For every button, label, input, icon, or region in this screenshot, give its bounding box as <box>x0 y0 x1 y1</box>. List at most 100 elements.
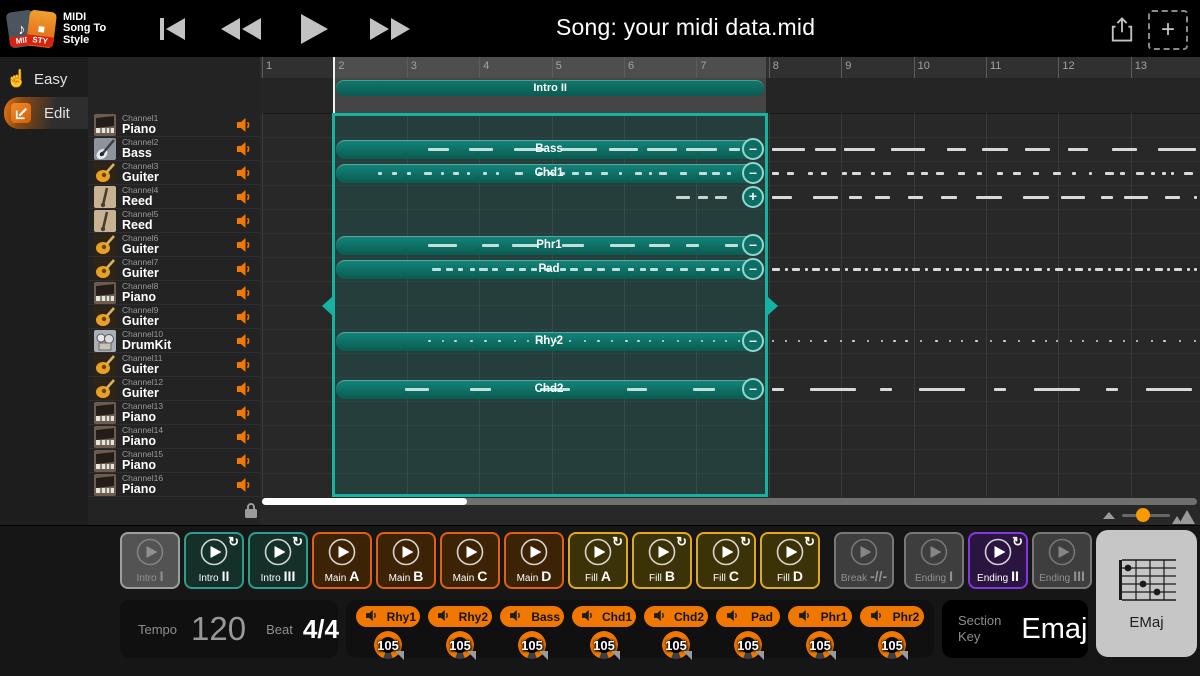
chord-button[interactable]: EMaj <box>1096 530 1197 657</box>
channel-row-3[interactable]: Channel3Guiter <box>88 161 260 185</box>
part-volume-knob-phr1[interactable]: 105 <box>803 630 837 662</box>
speaker-icon[interactable] <box>237 142 252 161</box>
section-button-main-d[interactable]: MainD <box>504 532 564 589</box>
tab-easy-label: Easy <box>34 71 67 88</box>
channel-row-16[interactable]: Channel16Piano <box>88 473 260 497</box>
part-volume-knob-phr2[interactable]: 105 <box>875 630 909 662</box>
speaker-icon[interactable] <box>237 190 252 209</box>
part-mute-button-bass[interactable]: Bass <box>500 606 564 627</box>
channel-row-7[interactable]: Channel7Guiter <box>88 257 260 281</box>
speaker-icon[interactable] <box>237 406 252 425</box>
part-mute-button-phr1[interactable]: Phr1 <box>788 606 852 627</box>
lock-icon[interactable] <box>244 502 258 524</box>
speaker-icon[interactable] <box>237 334 252 353</box>
measure-ruler[interactable]: 12345678910111213 <box>260 57 1200 79</box>
speaker-icon[interactable] <box>237 382 252 401</box>
speaker-icon[interactable] <box>237 310 252 329</box>
speaker-icon[interactable] <box>237 430 252 449</box>
play-button[interactable] <box>292 12 336 46</box>
part-mute-button-chd2[interactable]: Chd2 <box>644 606 708 627</box>
selection-handle-right[interactable] <box>768 297 778 315</box>
part-mute-button-phr2[interactable]: Phr2 <box>860 606 924 627</box>
note-dash <box>519 268 526 271</box>
tab-easy[interactable]: ☝ Easy <box>0 63 88 95</box>
speaker-icon[interactable] <box>237 454 252 473</box>
part-volume-knob-rhy2[interactable]: 105 <box>443 630 477 662</box>
remove-track-button[interactable]: – <box>742 258 764 280</box>
section-key-panel[interactable]: Section Key Emaj <box>942 600 1088 658</box>
channel-row-6[interactable]: Channel6Guiter <box>88 233 260 257</box>
remove-track-button[interactable]: – <box>742 234 764 256</box>
channel-row-1[interactable]: Channel1Piano <box>88 113 260 137</box>
tab-edit[interactable]: Edit <box>4 97 88 129</box>
section-button-main-a[interactable]: MainA <box>312 532 372 589</box>
section-header-bar[interactable]: Intro II <box>336 80 764 96</box>
part-volume-knob-chd1[interactable]: 105 <box>587 630 621 662</box>
remove-track-button[interactable]: – <box>742 378 764 400</box>
remove-track-button[interactable]: – <box>742 162 764 184</box>
remove-track-button[interactable]: – <box>742 330 764 352</box>
section-button-fill-a[interactable]: ↻FillA <box>568 532 628 589</box>
channel-row-15[interactable]: Channel15Piano <box>88 449 260 473</box>
channel-row-10[interactable]: Channel10DrumKit <box>88 329 260 353</box>
speaker-icon[interactable] <box>237 166 252 185</box>
section-button-intro-ii[interactable]: ↻IntroII <box>184 532 244 589</box>
beat-value[interactable]: 4/4 <box>303 614 339 645</box>
selection-handle-left[interactable] <box>322 297 332 315</box>
add-track-button[interactable]: + <box>742 186 764 208</box>
speaker-icon[interactable] <box>237 238 252 257</box>
channel-row-14[interactable]: Channel14Piano <box>88 425 260 449</box>
channel-row-2[interactable]: Channel2Bass <box>88 137 260 161</box>
add-select-button[interactable]: + <box>1148 10 1188 50</box>
section-button-fill-d[interactable]: ↻FillD <box>760 532 820 589</box>
note-dash <box>815 148 836 151</box>
fast-forward-button[interactable] <box>364 15 416 43</box>
part-volume-knob-rhy1[interactable]: 105 <box>371 630 405 662</box>
part-mute-button-rhy2[interactable]: Rhy2 <box>428 606 492 627</box>
tempo-value[interactable]: 120 <box>191 610 246 648</box>
section-button-label: EndingIII <box>1034 568 1090 584</box>
section-button-main-c[interactable]: MainC <box>440 532 500 589</box>
section-button-fill-c[interactable]: ↻FillC <box>696 532 756 589</box>
part-volume-knob-pad[interactable]: 105 <box>731 630 765 662</box>
channel-row-11[interactable]: Channel11Guiter <box>88 353 260 377</box>
section-button-ending-ii[interactable]: ↻EndingII <box>968 532 1028 589</box>
rewind-button[interactable] <box>215 15 267 43</box>
speaker-icon[interactable] <box>237 478 252 497</box>
section-button-intro-iii[interactable]: ↻IntroIII <box>248 532 308 589</box>
channel-row-12[interactable]: Channel12Guiter <box>88 377 260 401</box>
channel-row-5[interactable]: Channel5Reed <box>88 209 260 233</box>
remove-track-button[interactable]: – <box>742 138 764 160</box>
scrollbar-thumb[interactable] <box>262 498 467 505</box>
export-button[interactable] <box>1104 13 1140 45</box>
play-icon <box>442 537 498 567</box>
skip-to-start-button[interactable] <box>152 15 192 43</box>
zoom-in-icon[interactable] <box>1172 506 1198 524</box>
channel-row-4[interactable]: Channel4Reed <box>88 185 260 209</box>
channel-row-8[interactable]: Channel8Piano <box>88 281 260 305</box>
part-cell-chd1: Chd1105 <box>570 606 638 658</box>
note-dash <box>484 340 487 342</box>
speaker-icon[interactable] <box>237 358 252 377</box>
part-volume-knob-bass[interactable]: 105 <box>515 630 549 662</box>
part-mute-button-pad[interactable]: Pad <box>716 606 780 627</box>
speaker-icon[interactable] <box>237 262 252 281</box>
section-button-fill-b[interactable]: ↻FillB <box>632 532 692 589</box>
play-icon <box>378 537 434 567</box>
speaker-icon[interactable] <box>237 214 252 233</box>
part-volume-knob-chd2[interactable]: 105 <box>659 630 693 662</box>
timeline-area[interactable]: 12345678910111213 Intro IIBass–Chd1–+Phr… <box>260 57 1200 525</box>
speaker-icon[interactable] <box>237 118 252 137</box>
section-button-main-b[interactable]: MainB <box>376 532 436 589</box>
measure-gridline <box>841 113 842 497</box>
part-mute-button-chd1[interactable]: Chd1 <box>572 606 636 627</box>
channel-row-13[interactable]: Channel13Piano <box>88 401 260 425</box>
zoom-slider-handle[interactable] <box>1136 508 1150 522</box>
note-dash <box>625 340 628 342</box>
speaker-icon[interactable] <box>237 286 252 305</box>
zoom-out-icon[interactable] <box>1103 512 1115 519</box>
part-mute-button-rhy1[interactable]: Rhy1 <box>356 606 420 627</box>
channel-row-9[interactable]: Channel9Guiter <box>88 305 260 329</box>
section-button-label: MainA <box>314 568 370 584</box>
track-bar-rhy2[interactable]: Rhy2 <box>336 332 762 351</box>
